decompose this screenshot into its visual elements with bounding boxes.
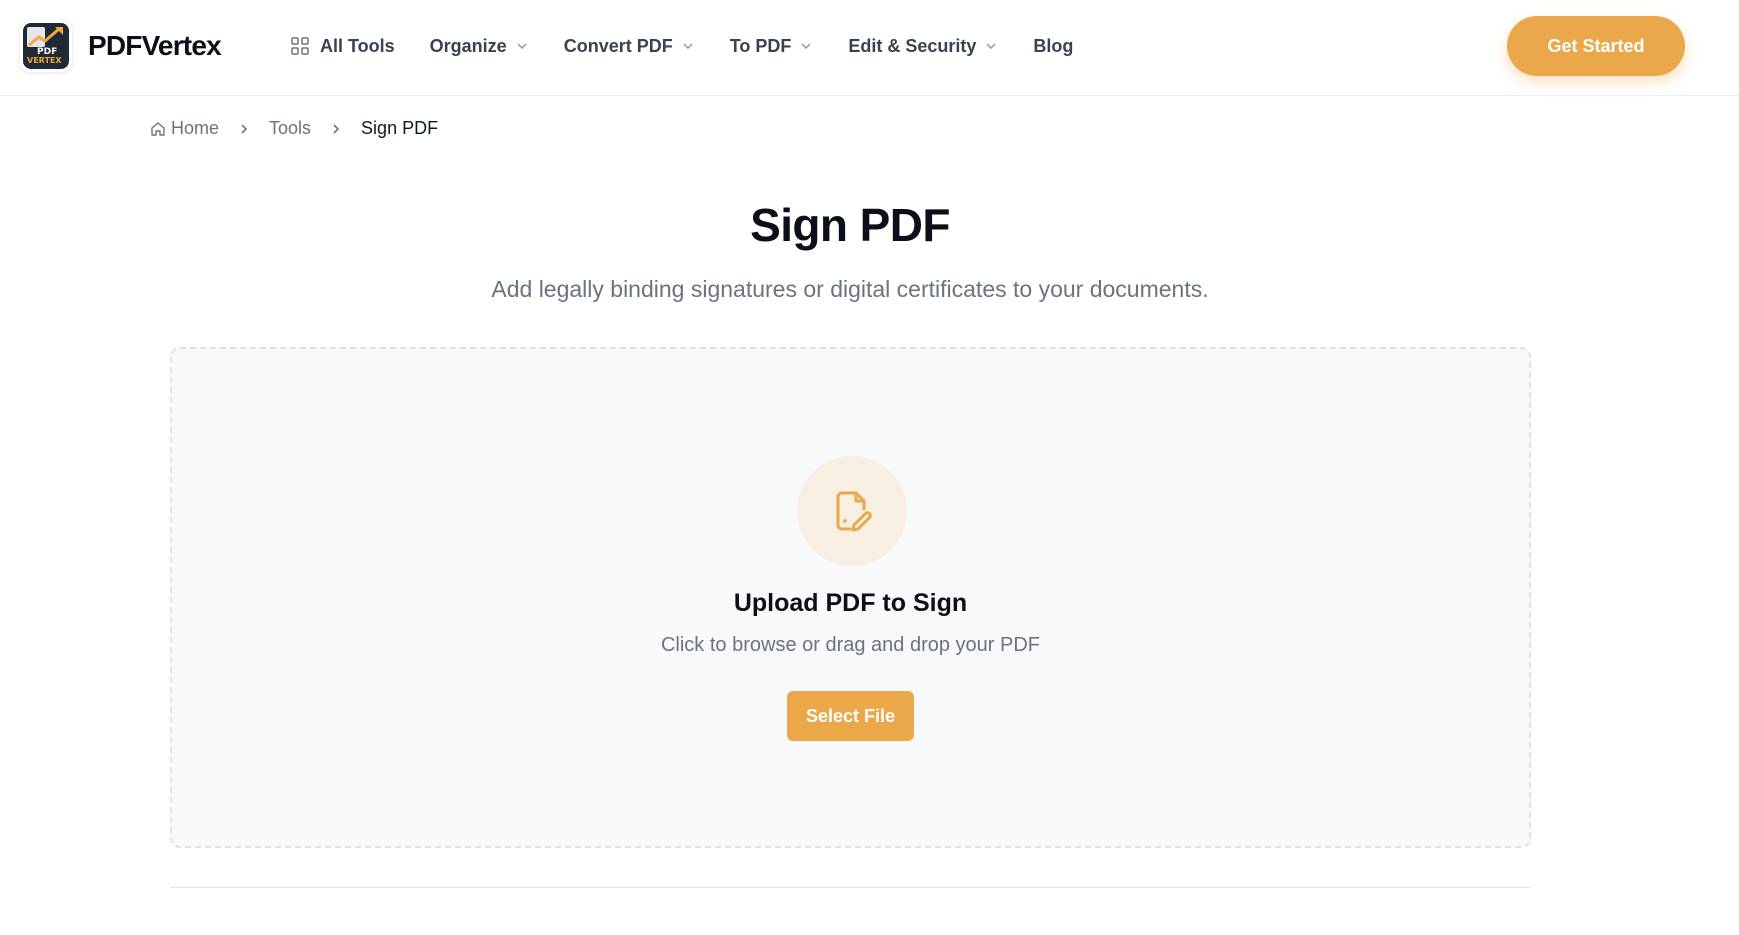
nav-convert-pdf[interactable]: Convert PDF: [564, 36, 695, 57]
nav-edit-security[interactable]: Edit & Security: [848, 36, 998, 57]
file-signature-icon: [836, 491, 872, 532]
brand-name: PDFVertex: [88, 30, 222, 61]
nav-to-pdf-label: To PDF: [729, 35, 792, 56]
dropzone-title: Upload PDF to Sign: [733, 589, 968, 617]
breadcrumb-tools[interactable]: Tools: [269, 118, 311, 139]
page-subtitle: Add legally binding signatures or digita…: [491, 276, 1209, 302]
section-divider: [170, 887, 1531, 888]
nav-all-tools[interactable]: All Tools: [290, 36, 395, 57]
get-started-button[interactable]: Get Started: [1507, 16, 1685, 76]
breadcrumb-home-label: Home: [171, 118, 220, 138]
logo: PDF VERTEX: [20, 20, 72, 72]
upload-icon-circle: [797, 456, 907, 566]
home-icon: [151, 121, 165, 136]
nav-organize[interactable]: Organize: [430, 36, 529, 57]
grid-icon: [291, 37, 309, 55]
breadcrumb-tools-label: Tools: [269, 118, 312, 138]
nav-blog[interactable]: Blog: [1033, 36, 1073, 57]
breadcrumb-current-label: Sign PDF: [361, 118, 439, 138]
brand-link[interactable]: PDF VERTEX PDFVertex: [20, 20, 222, 72]
nav-blog-label: Blog: [1033, 35, 1074, 56]
chevron-down-icon: [683, 43, 693, 50]
chevron-down-icon: [986, 43, 996, 50]
site-header: PDF VERTEX PDFVertex All Tools Organize …: [0, 0, 1739, 96]
logo-mark: PDF VERTEX: [23, 23, 69, 69]
upload-dropzone[interactable]: Upload PDF to Sign Click to browse or dr…: [170, 347, 1531, 848]
select-file-button[interactable]: Select File: [787, 691, 914, 741]
nav-all-tools-label: All Tools: [320, 35, 395, 56]
nav-to-pdf[interactable]: To PDF: [730, 36, 814, 57]
breadcrumb: Home Tools Sign PDF: [150, 118, 438, 139]
breadcrumb-home[interactable]: Home: [150, 118, 219, 139]
chevron-down-icon: [517, 43, 527, 50]
nav-convert-pdf-label: Convert PDF: [563, 35, 673, 56]
chevron-down-icon: [801, 43, 811, 50]
chevron-right-icon: [333, 123, 340, 134]
chevron-right-icon: [241, 123, 248, 134]
page-title: Sign PDF: [750, 199, 950, 251]
nav-organize-label: Organize: [429, 35, 507, 56]
main-nav: All Tools Organize Convert PDF To PDF Ed…: [290, 30, 1108, 62]
nav-edit-security-label: Edit & Security: [848, 35, 977, 56]
dropzone-subtitle: Click to browse or drag and drop your PD…: [660, 634, 1041, 656]
logo-text-bottom: VERTEX: [27, 56, 62, 65]
breadcrumb-current: Sign PDF: [361, 118, 438, 139]
